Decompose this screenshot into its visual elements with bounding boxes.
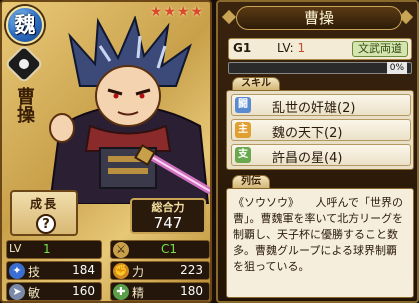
strength-stat: ✊ 力 223: [110, 261, 210, 280]
skill-name: 魏の天下(2): [272, 126, 343, 141]
biography-text: 《ソウソウ》 人呼んで「世界の曹」。曹魏軍を率いて北方リーグを制覇し、天子杯に優…: [226, 188, 414, 298]
bio-section-tab: 列伝: [232, 175, 270, 189]
growth-label: 成長: [29, 197, 58, 211]
spirit-icon: ✚: [113, 284, 129, 300]
detail-panel: 曹操 G1 LV: 1 文武両道 0% スキル 闘 乱世の奸雄(2) 主 魏の天…: [216, 0, 419, 303]
clan-emblem: 魏: [6, 6, 44, 44]
level-stat: LV 1: [6, 240, 102, 259]
rank-stat: ⚔ C1: [110, 240, 210, 259]
experience-percent: 0%: [386, 62, 407, 74]
ornament-left: [221, 9, 237, 25]
strength-value: 223: [180, 263, 203, 277]
strength-label: 力: [132, 265, 145, 279]
skill-name: 乱世の奸雄(2): [272, 101, 356, 116]
info-strip: G1 LV: 1 文武両道: [228, 38, 412, 60]
stats-grid: LV 1 ⚔ C1 ✦ 技 184 ✊ 力 223 ➤ 敏 160 ✚ 精 18…: [6, 240, 210, 301]
grade-badge: G1: [233, 41, 252, 55]
technique-label: 技: [28, 265, 41, 279]
total-power-value: 747: [153, 214, 183, 232]
trait-badge: 文武両道: [352, 41, 408, 57]
spirit-stat: ✚ 精 180: [110, 282, 210, 301]
technique-value: 184: [72, 263, 95, 277]
growth-unknown-icon: ?: [36, 214, 56, 234]
spirit-label: 精: [132, 286, 145, 300]
level-readout: LV: 1: [277, 41, 306, 55]
level-label: LV: [9, 242, 22, 255]
agility-value: 160: [72, 284, 95, 298]
skill-type-icon: 支: [235, 147, 251, 163]
spirit-value: 180: [180, 284, 203, 298]
total-power-label: 総合力: [151, 201, 185, 214]
skill-item[interactable]: 主 魏の天下(2): [231, 119, 411, 141]
skill-item[interactable]: 支 許昌の星(4): [231, 144, 411, 166]
technique-stat: ✦ 技 184: [6, 261, 102, 280]
skill-type-icon: 主: [235, 122, 251, 138]
detail-title: 曹操: [236, 6, 402, 30]
attribute-icon: [4, 44, 44, 84]
skill-name: 許昌の星(4): [272, 151, 343, 166]
character-portrait: [48, 16, 210, 204]
sword-icon: ⚔: [113, 242, 129, 258]
technique-icon: ✦: [9, 263, 25, 279]
total-power-panel: 総合力 747: [130, 198, 206, 234]
agility-label: 敏: [28, 286, 41, 300]
agility-icon: ➤: [9, 284, 25, 300]
skills-list: 闘 乱世の奸雄(2) 主 魏の天下(2) 支 許昌の星(4): [226, 90, 414, 170]
character-card[interactable]: 魏 ★★★★ 曹操 成長 ? 総合力 747 LV 1 ⚔ C1 ✦ 技 184…: [0, 0, 212, 303]
experience-bar: 0%: [228, 62, 412, 74]
agility-stat: ➤ 敏 160: [6, 282, 102, 301]
skill-type-icon: 闘: [235, 97, 251, 113]
character-name-vertical: 曹操: [14, 87, 35, 123]
rank-value: C1: [161, 242, 178, 256]
skill-item[interactable]: 闘 乱世の奸雄(2): [231, 94, 411, 116]
skills-section-tab: スキル: [232, 77, 280, 91]
level-value: 1: [43, 242, 51, 256]
strength-icon: ✊: [113, 263, 129, 279]
growth-panel[interactable]: 成長 ?: [10, 190, 78, 236]
